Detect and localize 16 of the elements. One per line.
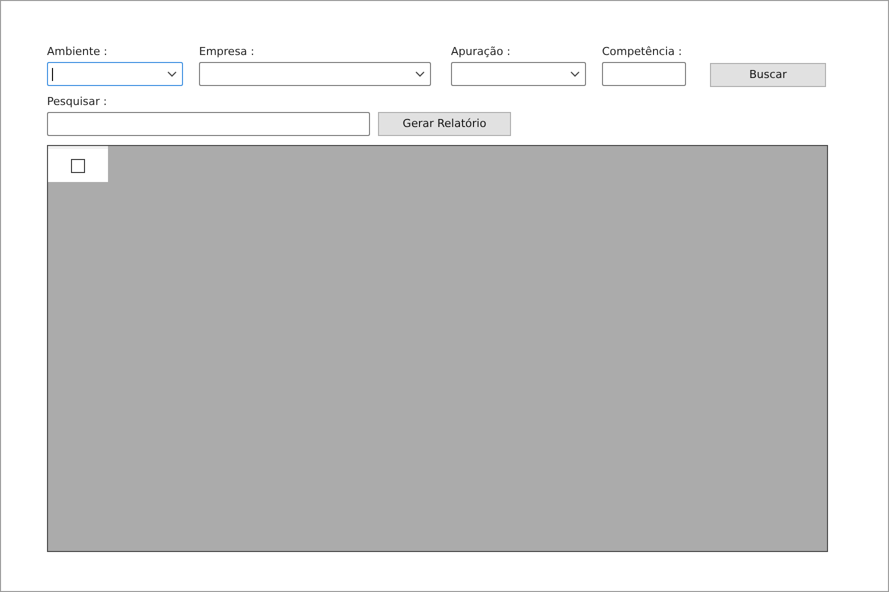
field-label: Ambiente : xyxy=(47,44,108,60)
select-all-checkbox[interactable] xyxy=(71,158,85,172)
dropdown-field[interactable] xyxy=(47,62,183,86)
dropdown-icon[interactable] xyxy=(570,71,580,77)
field-label: Pesquisar : xyxy=(47,94,108,110)
report-button[interactable]: Gerar Relatório xyxy=(378,112,511,136)
dropdown-icon[interactable] xyxy=(415,71,425,77)
dropdown-field[interactable] xyxy=(451,62,586,86)
field-label: Competência : xyxy=(602,44,683,60)
search-button[interactable]: Buscar xyxy=(710,63,826,87)
search-field[interactable] xyxy=(47,112,370,136)
dropdown-field[interactable] xyxy=(199,62,431,86)
input-field[interactable] xyxy=(602,62,686,86)
field-label: Apuração : xyxy=(451,44,512,60)
dropdown-icon[interactable] xyxy=(167,71,177,77)
field-label: Empresa : xyxy=(199,44,256,60)
